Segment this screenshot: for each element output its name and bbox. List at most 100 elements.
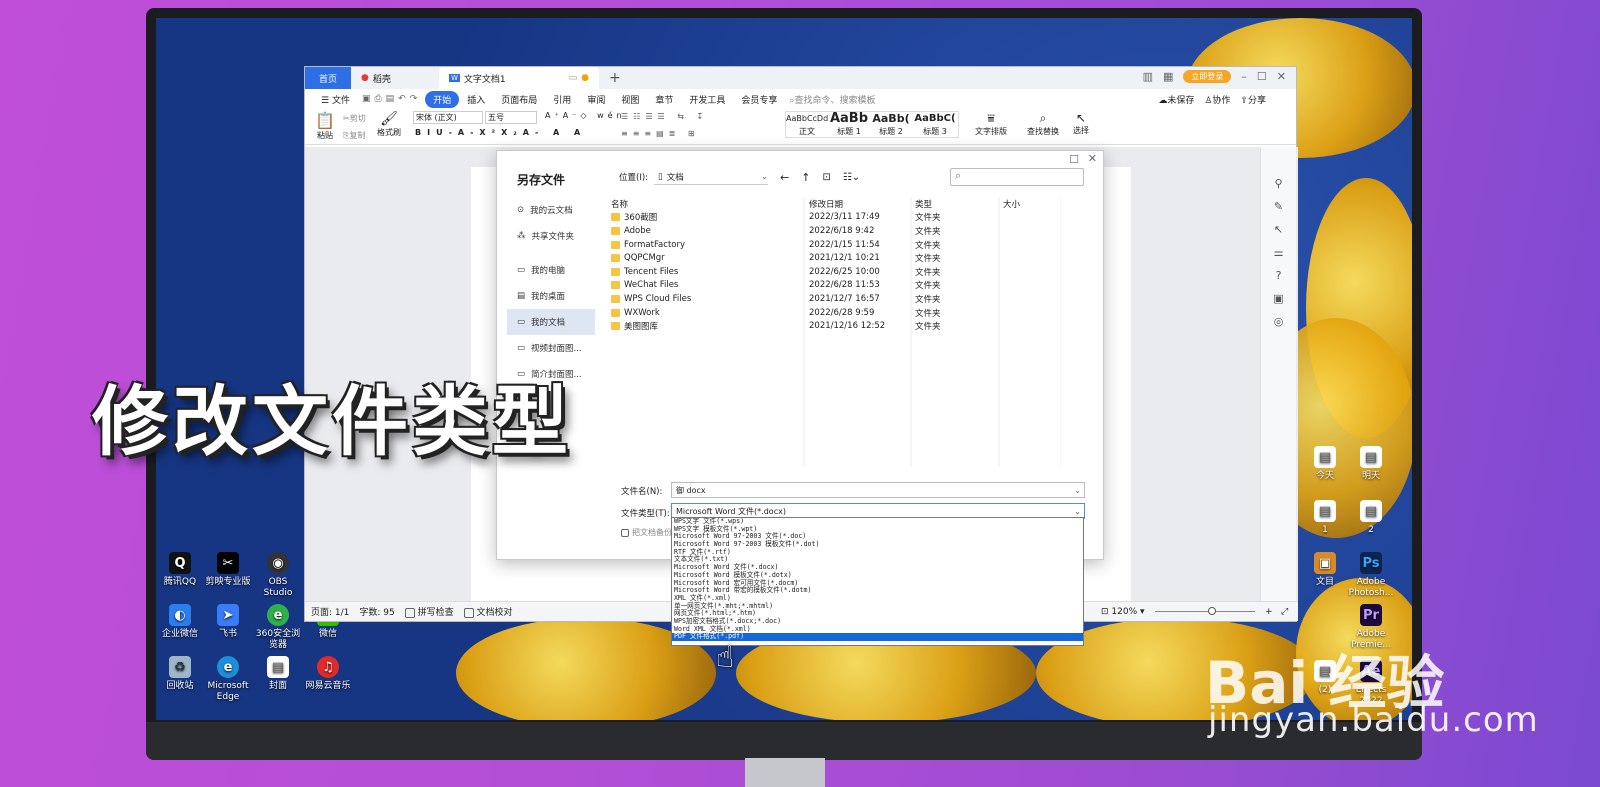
sidebar-item-desktop[interactable]: ▤ 我的桌面	[507, 283, 595, 309]
desktop-icon-wenmu[interactable]: ▣ 文目	[1300, 552, 1350, 588]
fullscreen-icon[interactable]: ⤢	[1281, 607, 1288, 617]
font-size-tools[interactable]: A⁺A⁻◇ wén	[545, 111, 626, 120]
desktop-icon-obs[interactable]: ◉ OBS Studio	[253, 552, 303, 599]
desktop-icon-wework[interactable]: ◐ 企业微信	[155, 604, 205, 640]
menu-member[interactable]: 会员专享	[733, 93, 785, 106]
menu-references[interactable]: 引用	[545, 93, 579, 106]
pointer-icon[interactable]: ↖	[1274, 223, 1283, 236]
tab-document[interactable]: W 文字文档1 ▭ ●	[439, 67, 599, 89]
zoom-slider[interactable]	[1155, 611, 1255, 612]
desktop-icon-photoshop[interactable]: Ps Adobe Photosh...	[1346, 552, 1396, 599]
filetype-option[interactable]: Microsoft Word 97-2003 模板文件(*.dot)	[672, 540, 1083, 549]
file-row[interactable]: QQPCMgr 2021/12/1 10:21 文件夹	[605, 251, 1061, 265]
filetype-option[interactable]: RTF 文件(*.rtf)	[672, 548, 1083, 557]
file-row[interactable]: 美图图库 2021/12/16 12:52 文件夹	[605, 319, 1061, 333]
image-icon[interactable]: ▣	[1273, 292, 1283, 305]
menu-review[interactable]: 审阅	[579, 93, 613, 106]
desktop-icon-edge[interactable]: e Microsoft Edge	[203, 656, 253, 703]
pen-icon[interactable]: ✎	[1274, 200, 1283, 213]
style-heading3[interactable]: AaBbC(标题 3	[912, 112, 958, 137]
view-options-icon[interactable]: ☷⌄	[843, 172, 860, 183]
menu-insert[interactable]: 插入	[459, 93, 493, 106]
window-icon[interactable]: ▦	[1163, 70, 1173, 83]
new-tab-button[interactable]: +	[599, 67, 631, 89]
backup-checkbox[interactable]: 把文档备份	[621, 527, 672, 538]
menu-page-layout[interactable]: 页面布局	[493, 93, 545, 106]
doc-proof[interactable]: 文档校对	[463, 605, 513, 618]
sidebar-item-video-cover[interactable]: ▭ 视频封面图...	[507, 335, 595, 361]
file-row[interactable]: WeChat Files 2022/6/28 11:53 文件夹	[605, 279, 1061, 293]
find-replace-button[interactable]: ⌕ 查找替换	[1027, 111, 1059, 137]
file-row[interactable]: WXWork 2022/6/28 9:59 文件夹	[605, 306, 1061, 320]
sidebar-item-my-documents[interactable]: ▭ 我的文档	[507, 309, 595, 335]
command-search[interactable]: ⌕查找命令、搜索模板	[785, 93, 875, 106]
desktop-icon-tomorrow[interactable]: ▤ 明天	[1346, 446, 1396, 482]
desktop-icon-jianying[interactable]: ✂ 剪映专业版	[203, 552, 253, 588]
menu-view[interactable]: 视图	[613, 93, 647, 106]
pin-icon[interactable]: ⚲	[1274, 177, 1282, 190]
minimize-icon[interactable]: –	[1241, 70, 1247, 83]
column-name[interactable]: 名称	[605, 198, 803, 210]
cloud-save-button[interactable]: ☁未保存	[1158, 93, 1194, 106]
desktop-icon-recycle-bin[interactable]: ♻ 回收站	[155, 656, 205, 692]
desktop-icon-feishu[interactable]: ➤ 飞书	[203, 604, 253, 640]
tab-home[interactable]: 首页	[305, 67, 351, 89]
login-button[interactable]: 立即登录	[1183, 70, 1232, 83]
cut-button[interactable]: ✂剪切	[343, 113, 366, 124]
tab-docer[interactable]: ● 稻壳	[351, 67, 439, 89]
desktop-icon-2[interactable]: ▤ 2	[1346, 500, 1396, 536]
layout-icon[interactable]: ▥	[1143, 70, 1153, 83]
style-normal[interactable]: AaBbCcDd 正文	[786, 112, 828, 137]
font-size-select[interactable]: 五号	[485, 111, 537, 124]
sidebar-item-shared-folder[interactable]: ⁂ 共享文件夹	[507, 223, 595, 249]
new-folder-icon[interactable]: ⊡	[822, 172, 830, 183]
menu-start[interactable]: 开始	[425, 90, 460, 108]
desktop-icon-today[interactable]: ▤ 今天	[1300, 446, 1350, 482]
filename-input[interactable]: 御 docx ⌄	[671, 482, 1085, 498]
collab-button[interactable]: ♙协作	[1204, 93, 1230, 106]
zoom-level[interactable]: ⊡ 120% ▾	[1101, 607, 1145, 617]
menu-chapter[interactable]: 章节	[647, 93, 681, 106]
text-format-tools[interactable]: BIU‑A‑X²X₂A‑ A A	[415, 128, 586, 137]
column-size[interactable]: 大小	[997, 198, 1057, 210]
share-button[interactable]: ⇪分享	[1240, 93, 1266, 106]
up-arrow-icon[interactable]: ↑	[801, 171, 810, 184]
file-row[interactable]: Tencent Files 2022/6/25 10:00 文件夹	[605, 265, 1061, 279]
select-button[interactable]: ↖ 选择	[1073, 111, 1089, 136]
file-row[interactable]: Adobe 2022/6/18 9:42 文件夹	[605, 224, 1061, 238]
desktop-icon-1[interactable]: ▤ 1	[1300, 500, 1350, 536]
menu-developer[interactable]: 开发工具	[681, 93, 733, 106]
column-date[interactable]: 修改日期	[803, 198, 909, 210]
style-heading1[interactable]: AaBb 标题 1	[828, 112, 870, 137]
align-tools[interactable]: ≡≡≡▤≣ ⊞	[621, 129, 700, 138]
file-row[interactable]: FormatFactory 2022/1/15 11:54 文件夹	[605, 238, 1061, 252]
sidebar-item-cloud-docs[interactable]: ⊙ 我的云文档	[507, 197, 595, 223]
filetype-option[interactable]: Microsoft Word 带宏的模板文件(*.dotm)	[672, 586, 1083, 595]
font-select[interactable]: 宋体 (正文)	[413, 111, 483, 124]
text-layout-button[interactable]: ⩸ 文字排版	[975, 111, 1007, 137]
sliders-icon[interactable]: ⚌	[1274, 246, 1284, 259]
paste-button[interactable]: 📋 粘贴	[315, 111, 335, 141]
location-select[interactable]: ▯ 文档 ⌄	[654, 169, 769, 185]
desktop-icon-netease-music[interactable]: ♫ 网易云音乐	[303, 656, 353, 692]
back-arrow-icon[interactable]: ←	[780, 171, 789, 184]
zoom-in-icon[interactable]: +	[1265, 607, 1273, 617]
copy-button[interactable]: ⎘复制	[343, 130, 365, 141]
desktop-icon-360browser[interactable]: e 360安全浏览器	[253, 604, 303, 651]
list-tools[interactable]: ☰☷☰☰ ⇆ ↧	[621, 112, 708, 121]
sidebar-item-my-computer[interactable]: ▭ 我的电脑	[507, 257, 595, 283]
style-heading2[interactable]: AaBb(标题 2	[870, 112, 912, 137]
dialog-maximize-icon[interactable]: ☐	[1069, 153, 1079, 166]
spell-check[interactable]: 拼写检查	[404, 605, 454, 618]
desktop-icon-cover[interactable]: ▤ 封面	[253, 656, 303, 692]
file-row[interactable]: WPS Cloud Files 2021/12/7 16:57 文件夹	[605, 292, 1061, 306]
menu-file[interactable]: ☰ 文件	[313, 93, 358, 106]
format-painter-button[interactable]: 🖌 格式刷	[377, 111, 401, 138]
zoom-slider-handle[interactable]	[1208, 607, 1216, 615]
dialog-search-input[interactable]: ⌕	[950, 168, 1084, 186]
dialog-close-icon[interactable]: ✕	[1088, 152, 1097, 165]
maximize-icon[interactable]: ☐	[1257, 70, 1267, 83]
quick-access-icons[interactable]: ▣⎙▤↶↷	[358, 94, 425, 104]
close-icon[interactable]: ✕	[1277, 70, 1286, 83]
word-count[interactable]: 字数: 95	[359, 605, 394, 618]
